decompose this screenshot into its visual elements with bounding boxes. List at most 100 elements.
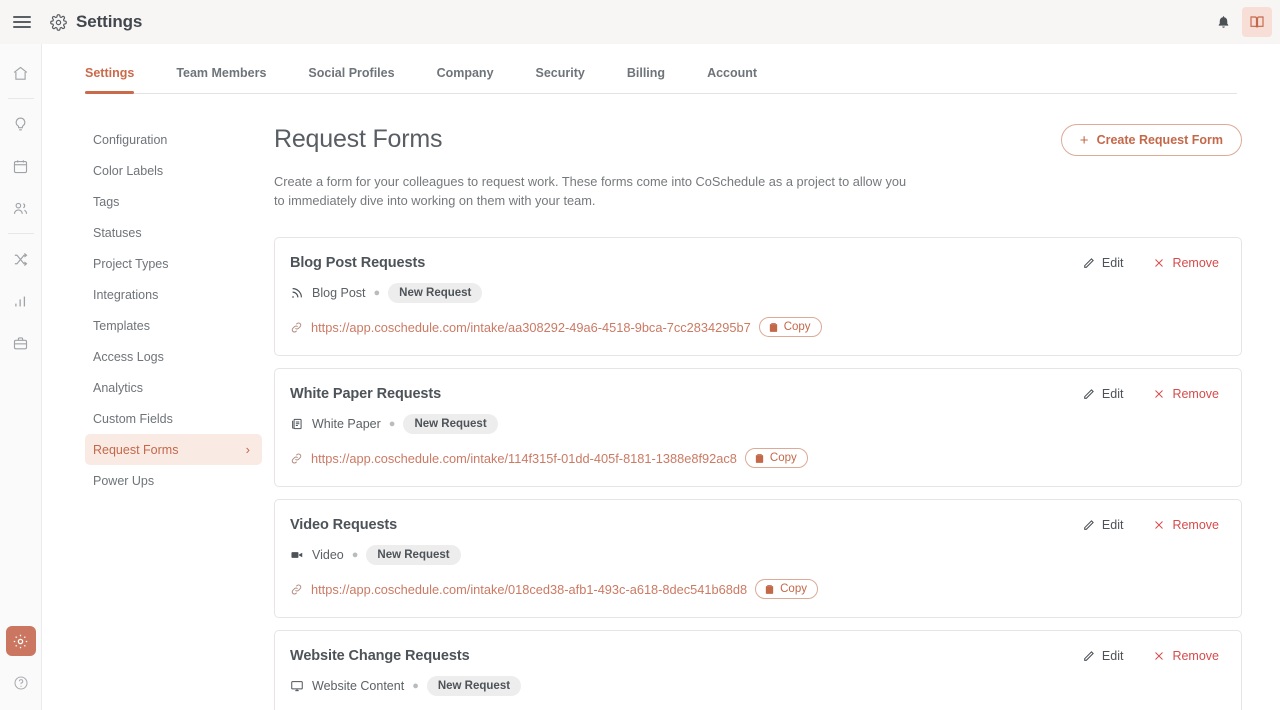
pencil-icon (1082, 650, 1095, 663)
create-request-form-button[interactable]: + Create Request Form (1060, 124, 1242, 156)
card-header: White Paper Requests Edit Remove (290, 386, 1219, 402)
card-meta: Website Content ● New Request (290, 676, 1219, 697)
settings-body: Configuration Color Labels Tags Statuses… (42, 94, 1280, 710)
request-form-url[interactable]: https://app.coschedule.com/intake/114f31… (311, 451, 737, 466)
copy-button[interactable]: Copy (758, 317, 822, 338)
sidenav-item-access-logs[interactable]: Access Logs (85, 341, 262, 372)
rail-item-calendar[interactable] (6, 151, 36, 181)
card-title: Blog Post Requests (290, 255, 426, 272)
copy-label: Copy (783, 321, 811, 334)
sidenav-item-request-forms[interactable]: Request Forms › (85, 434, 262, 465)
card-header: Blog Post Requests Edit Remove (290, 255, 1219, 271)
card-link-row: https://app.coschedule.com/intake/aa3082… (290, 317, 1219, 338)
edit-button[interactable]: Edit (1082, 518, 1124, 533)
sidenav-item-label: Color Labels (93, 163, 164, 178)
edit-label: Edit (1101, 518, 1124, 533)
book-icon (1249, 14, 1265, 30)
status-badge: New Request (366, 545, 461, 566)
card-actions: Edit Remove (1082, 387, 1219, 401)
rail-item-analytics[interactable] (6, 286, 36, 316)
copy-button[interactable]: Copy (744, 448, 808, 469)
document-stack-icon (290, 417, 304, 431)
card-type-label: White Paper (312, 417, 381, 432)
settings-sidenav: Configuration Color Labels Tags Statuses… (42, 124, 262, 710)
hamburger-menu-icon[interactable] (0, 0, 44, 44)
sidenav-item-custom-fields[interactable]: Custom Fields (85, 403, 262, 434)
rail-item-help[interactable] (6, 668, 36, 698)
rail-divider (7, 233, 34, 234)
tab-company[interactable]: Company (437, 66, 494, 93)
rail-item-home[interactable] (6, 58, 36, 88)
status-badge: New Request (388, 283, 483, 304)
sidenav-item-configuration[interactable]: Configuration (85, 124, 262, 155)
request-form-card[interactable]: Video Requests Edit Remove Video ● New R… (274, 499, 1242, 619)
sidenav-item-label: Request Forms (93, 442, 179, 457)
sidenav-item-color-labels[interactable]: Color Labels (85, 155, 262, 186)
remove-button[interactable]: Remove (1153, 649, 1219, 663)
card-type-label: Video (312, 548, 344, 563)
copy-label: Copy (769, 452, 797, 465)
notifications-button[interactable] (1208, 7, 1238, 37)
sidenav-item-analytics[interactable]: Analytics (85, 372, 262, 403)
lightbulb-icon (12, 116, 29, 133)
rail-item-assets[interactable] (6, 328, 36, 358)
sidenav-item-tags[interactable]: Tags (85, 186, 262, 217)
status-badge: New Request (426, 676, 522, 697)
settings-app: Settings Settings Team Members Social Pr… (0, 0, 1280, 710)
link-icon (290, 452, 303, 465)
request-form-card[interactable]: Blog Post Requests Edit Remove Blog Post… (274, 237, 1242, 357)
remove-button[interactable]: Remove (1153, 387, 1219, 401)
sidenav-item-integrations[interactable]: Integrations (85, 279, 262, 310)
edit-label: Edit (1101, 387, 1124, 402)
tab-billing[interactable]: Billing (627, 66, 665, 93)
sidenav-item-label: Custom Fields (93, 411, 173, 426)
docs-button[interactable] (1242, 7, 1272, 37)
copy-label: Copy (780, 583, 807, 596)
remove-label: Remove (1172, 518, 1219, 533)
sidenav-item-label: Project Types (93, 256, 169, 271)
edit-button[interactable]: Edit (1082, 649, 1123, 663)
request-form-card[interactable]: White Paper Requests Edit Remove White P… (274, 368, 1242, 488)
separator-dot: ● (412, 679, 419, 692)
edit-button[interactable]: Edit (1082, 387, 1124, 402)
rail-item-settings[interactable] (5, 626, 36, 656)
sidenav-item-label: Power Ups (93, 473, 155, 488)
clipboard-icon (764, 584, 775, 595)
hamburger-icon (13, 13, 31, 31)
sidenav-item-templates[interactable]: Templates (85, 310, 262, 341)
top-bar: Settings (0, 0, 1280, 44)
sidenav-item-project-types[interactable]: Project Types (85, 248, 262, 279)
remove-button[interactable]: Remove (1153, 256, 1219, 270)
tab-team-members[interactable]: Team Members (176, 66, 266, 93)
sidenav-item-power-ups[interactable]: Power Ups (85, 465, 262, 496)
page-title-topbar: Settings (76, 12, 143, 31)
tab-settings[interactable]: Settings (85, 66, 135, 94)
clipboard-icon (754, 453, 765, 464)
card-header: Video Requests Edit Remove (290, 517, 1219, 533)
sidenav-item-label: Templates (93, 318, 150, 333)
home-icon (12, 65, 29, 82)
tab-security[interactable]: Security (536, 66, 585, 93)
rail-item-workflows[interactable] (6, 244, 36, 274)
top-bar-actions (1208, 7, 1280, 37)
sidenav-item-statuses[interactable]: Statuses (85, 217, 262, 248)
copy-button[interactable]: Copy (755, 579, 818, 600)
card-meta: Blog Post ● New Request (290, 283, 1219, 304)
card-actions: Edit Remove (1082, 649, 1219, 663)
rail-item-team[interactable] (6, 193, 36, 223)
card-type-label: Blog Post (312, 286, 366, 301)
left-rail (0, 44, 42, 710)
card-link-row: https://app.coschedule.com/intake/018ced… (290, 579, 1219, 600)
close-icon (1153, 257, 1165, 269)
rail-divider (7, 98, 34, 99)
request-form-url[interactable]: https://app.coschedule.com/intake/018ced… (311, 582, 747, 597)
request-form-card[interactable]: Website Change Requests Edit Remove Webs… (274, 630, 1242, 710)
remove-button[interactable]: Remove (1153, 518, 1219, 532)
tab-account[interactable]: Account (707, 66, 757, 93)
request-form-url[interactable]: https://app.coschedule.com/intake/aa3082… (311, 320, 751, 335)
tab-social-profiles[interactable]: Social Profiles (308, 66, 394, 93)
edit-button[interactable]: Edit (1082, 256, 1123, 270)
card-header: Website Change Requests Edit Remove (290, 648, 1219, 664)
card-title: White Paper Requests (290, 386, 442, 403)
rail-item-ideas[interactable] (6, 109, 36, 139)
